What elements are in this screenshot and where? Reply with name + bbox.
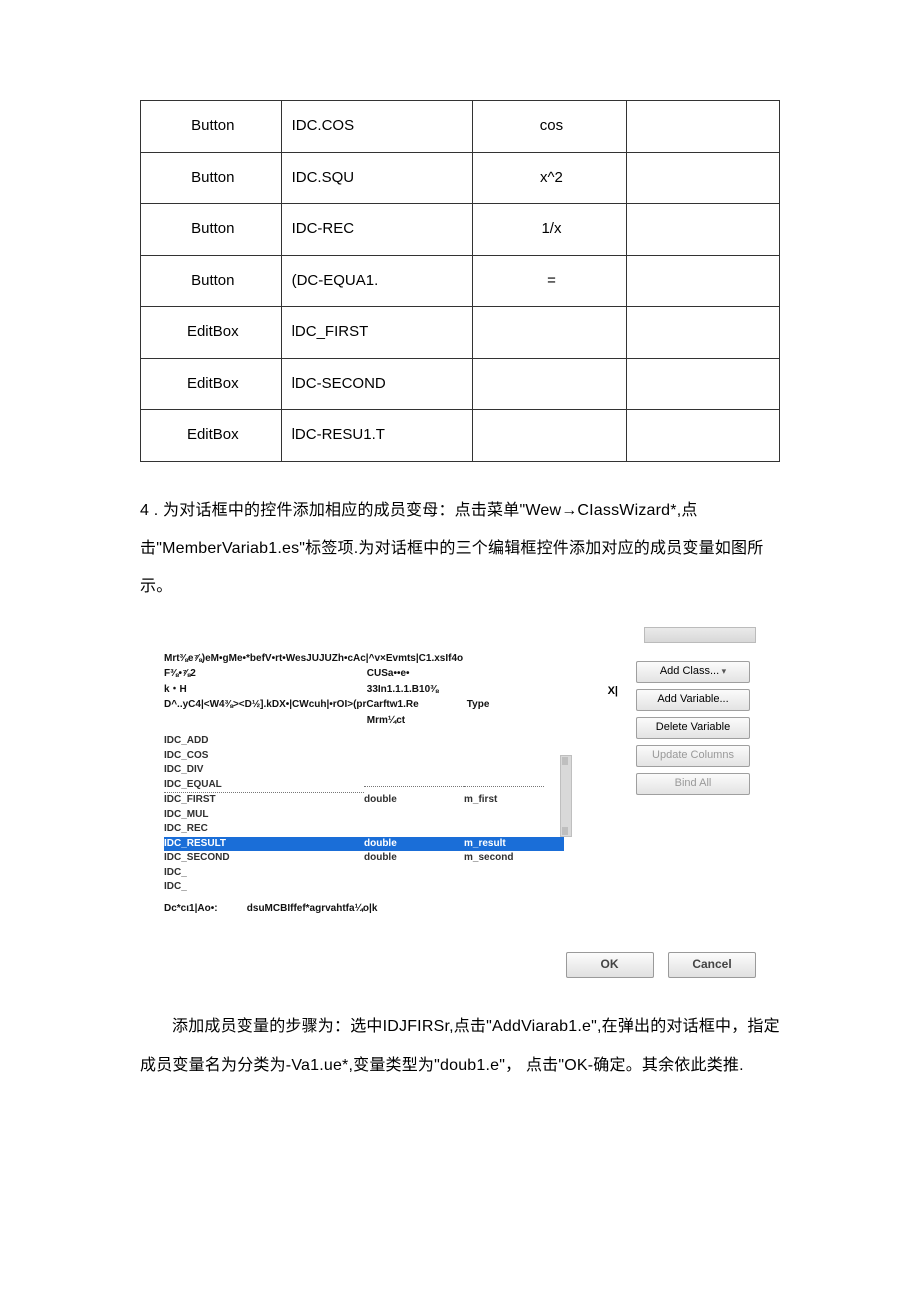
table-row: EditBox lDC_FIRST	[141, 307, 780, 359]
cancel-button[interactable]: Cancel	[668, 952, 756, 978]
bind-all-button[interactable]: Bind All	[636, 773, 750, 795]
step4-paragraph: 4 . 为对话框中的控件添加相应的成员变母：点击菜单"Wew→CIassWiza…	[140, 492, 780, 607]
delete-variable-button[interactable]: Delete Variable	[636, 717, 750, 739]
wizard-label: k・H	[164, 682, 364, 698]
cell-id: IDC.COS	[281, 101, 473, 153]
cell-type: Button	[141, 152, 282, 204]
scrollbar[interactable]	[560, 755, 572, 837]
list-item[interactable]: IDC_	[164, 866, 564, 881]
cell-cap	[473, 410, 626, 462]
table-row: Button IDC.SQU x^2	[141, 152, 780, 204]
control-table: Button IDC.COS cos Button IDC.SQU x^2 Bu…	[140, 100, 780, 462]
list-item[interactable]: IDC_MUL	[164, 808, 564, 823]
cell-empty	[626, 307, 779, 359]
wizard-bottom-buttons: OK Cancel	[164, 952, 756, 978]
add-class-button[interactable]: Add Class...	[636, 661, 750, 683]
step-explain-paragraph: 添加成员变量的步骤为：选中IDJFIRSr,点击"AddViarab1.e",在…	[140, 1008, 780, 1085]
cell-type: Button	[141, 101, 282, 153]
wizard-text-area: Mrt⅜e⅞)eM•gMe•*befV•rt•WesJUJUZh•cAc|^v×…	[164, 651, 564, 917]
wizard-side-buttons: Add Class... Add Variable... Delete Vari…	[636, 661, 756, 801]
cell-cap: x^2	[473, 152, 626, 204]
wizard-label: Type	[467, 697, 567, 713]
wizard-label: 33In1.1.1.B10⅜	[367, 682, 467, 698]
list-item[interactable]: IDC_SECONDdoublem_second	[164, 851, 564, 866]
step4-text: 为对话框中的控件添加相应的成员变母：点击菜单"Wew→CIassWizard*,…	[140, 502, 763, 596]
list-item[interactable]: IDC_FIRSTdoublem_first	[164, 793, 564, 808]
wizard-line: k・H 33In1.1.1.B10⅜	[164, 682, 564, 698]
list-item[interactable]: IDC_REC	[164, 822, 564, 837]
table-row: EditBox lDC-RESU1.T	[141, 410, 780, 462]
cell-empty	[626, 358, 779, 410]
table-row: Button IDC.COS cos	[141, 101, 780, 153]
cell-id: IDC-REC	[281, 204, 473, 256]
wizard-line: F⅜•⅞2 CUSa••e•	[164, 666, 564, 682]
cell-cap	[473, 358, 626, 410]
close-icon[interactable]: X|	[608, 683, 618, 700]
list-item[interactable]: IDC_	[164, 880, 564, 895]
wizard-line: Mrm¼ct	[164, 713, 564, 729]
wizard-label: F⅜•⅞2	[164, 666, 364, 682]
cell-cap: 1/x	[473, 204, 626, 256]
cell-empty	[626, 152, 779, 204]
cell-empty	[626, 204, 779, 256]
list-item[interactable]: IDC_DIV	[164, 763, 564, 778]
desc-label: Dc*cι1|Ao•:	[164, 901, 244, 917]
update-columns-button[interactable]: Update Columns	[636, 745, 750, 767]
cell-cap: cos	[473, 101, 626, 153]
ok-button[interactable]: OK	[566, 952, 654, 978]
cell-type: Button	[141, 255, 282, 307]
member-variable-list[interactable]: IDC_ADD IDC_COS IDC_DIV IDC_EQUAL IDC_FI…	[164, 734, 564, 895]
list-item[interactable]: IDC_ADD	[164, 734, 564, 749]
cell-type: EditBox	[141, 358, 282, 410]
cell-empty	[626, 410, 779, 462]
step4-number: 4 .	[140, 502, 158, 519]
table-row: Button (DC-EQUA1. =	[141, 255, 780, 307]
desc-value: dsuMCBIffef*agrvahtfa¼o|k	[247, 903, 378, 914]
wizard-label: D^..yC4|<W4⅜><D½].kDX•|CWcuh|•rOI>(prCar…	[164, 697, 464, 713]
wizard-label: CUSa••e•	[367, 666, 467, 682]
list-item[interactable]: IDC_EQUAL	[164, 778, 564, 794]
classwizard-dialog: Mrt⅜e⅞)eM•gMe•*befV•rt•WesJUJUZh•cAc|^v×…	[164, 627, 756, 979]
cell-cap	[473, 307, 626, 359]
description-line: Dc*cι1|Ao•: dsuMCBIffef*agrvahtfa¼o|k	[164, 901, 564, 917]
cell-id: lDC_FIRST	[281, 307, 473, 359]
add-variable-button[interactable]: Add Variable...	[636, 689, 750, 711]
cell-empty	[626, 255, 779, 307]
cell-id: (DC-EQUA1.	[281, 255, 473, 307]
cell-id: IDC.SQU	[281, 152, 473, 204]
table-row: Button IDC-REC 1/x	[141, 204, 780, 256]
wizard-label: Mrm¼ct	[367, 713, 467, 729]
wizard-line: D^..yC4|<W4⅜><D½].kDX•|CWcuh|•rOI>(prCar…	[164, 697, 564, 713]
list-item[interactable]: IDC_COS	[164, 749, 564, 764]
cell-empty	[626, 101, 779, 153]
cell-type: EditBox	[141, 410, 282, 462]
cell-type: EditBox	[141, 307, 282, 359]
cell-type: Button	[141, 204, 282, 256]
cell-id: lDC-RESU1.T	[281, 410, 473, 462]
list-item-selected[interactable]: IDC_RESULTdoublem_result	[164, 837, 564, 852]
wizard-line: Mrt⅜e⅞)eM•gMe•*befV•rt•WesJUJUZh•cAc|^v×…	[164, 651, 564, 667]
cell-id: lDC-SECOND	[281, 358, 473, 410]
cell-cap: =	[473, 255, 626, 307]
table-row: EditBox lDC-SECOND	[141, 358, 780, 410]
